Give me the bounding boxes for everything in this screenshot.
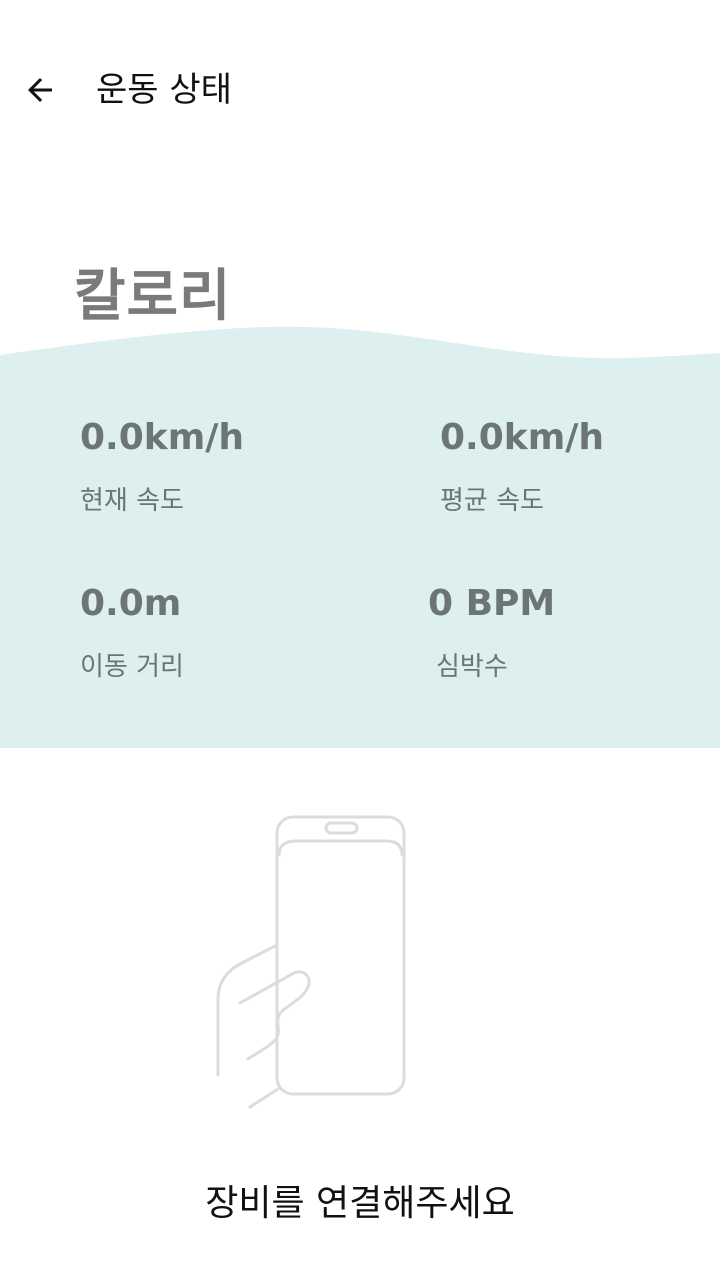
distance-stat: 0.0m 이동 거리 xyxy=(80,582,184,684)
average-speed-label: 평균 속도 xyxy=(440,486,544,516)
distance-label: 이동 거리 xyxy=(80,652,184,682)
current-speed-value: 0.0km/h xyxy=(80,417,245,458)
workout-status-screen: 운동 상태 칼로리 0.0km/h 현재 속도 0.0km/h 평균 속도 0.… xyxy=(0,0,720,1280)
average-speed-stat: 0.0km/h 평균 속도 xyxy=(440,416,604,518)
heart-rate-stat: 0 BPM 심박수 xyxy=(428,582,555,684)
hand-holding-phone-icon xyxy=(216,815,406,1109)
heart-rate-label: 심박수 xyxy=(436,652,508,682)
arrow-left-icon xyxy=(28,78,52,102)
distance-value: 0.0m xyxy=(80,583,182,624)
current-speed-label: 현재 속도 xyxy=(80,486,184,516)
app-bar: 운동 상태 xyxy=(0,0,720,180)
back-button[interactable] xyxy=(14,64,66,116)
average-speed-value: 0.0km/h xyxy=(440,417,605,458)
page-title: 운동 상태 xyxy=(96,70,232,110)
connect-device-message: 장비를 연결해주세요 xyxy=(205,1183,515,1224)
heart-rate-value: 0 BPM xyxy=(428,583,556,624)
current-speed-stat: 0.0km/h 현재 속도 xyxy=(80,416,244,518)
stats-panel: 0.0km/h 현재 속도 0.0km/h 평균 속도 0.0m 이동 거리 0… xyxy=(0,360,720,748)
